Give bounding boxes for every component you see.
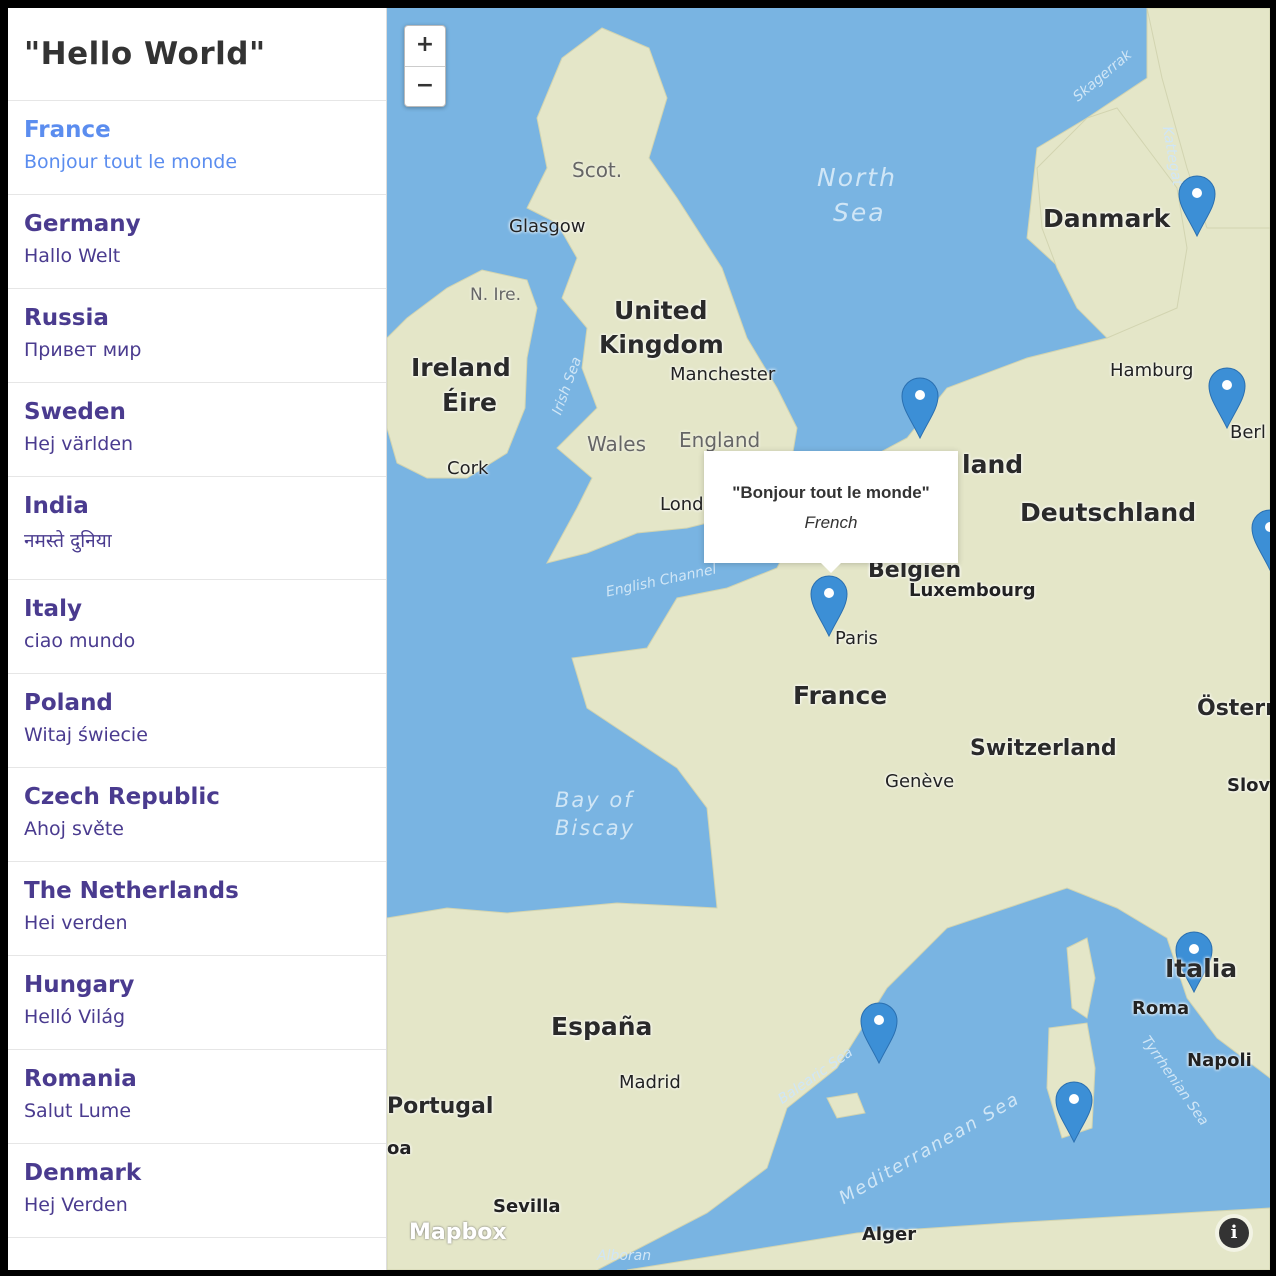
country-name: Romania — [24, 1066, 137, 1092]
country-name: Russia — [24, 305, 109, 331]
country-name: Denmark — [24, 1160, 142, 1186]
list-item-germany[interactable]: Germany Hallo Welt — [8, 195, 386, 289]
country-name: Poland — [24, 690, 113, 716]
sidebar: "Hello World" France Bonjour tout le mon… — [8, 8, 387, 1270]
map-label: Sevilla — [493, 1196, 561, 1217]
map-label: Kingdom — [599, 330, 724, 359]
list-item-russia[interactable]: Russia Привет мир — [8, 289, 386, 383]
map-label: Scot. — [572, 158, 623, 182]
map-label: Bay of — [555, 788, 634, 812]
list-item-netherlands[interactable]: The Netherlands Hei verden — [8, 862, 386, 956]
map-label: North — [817, 163, 897, 192]
country-name: Czech Republic — [24, 784, 220, 810]
greeting-text: Hei verden — [24, 912, 128, 934]
page-title: "Hello World" — [8, 8, 386, 101]
map-label: Madrid — [619, 1072, 681, 1093]
land-corsica — [1066, 937, 1096, 1019]
country-name: The Netherlands — [24, 878, 239, 904]
country-name: France — [24, 117, 111, 143]
map-label: Alboran — [597, 1248, 652, 1264]
map-label: land — [962, 450, 1024, 479]
land-balearics — [826, 1092, 866, 1119]
greeting-text: Hallo Welt — [24, 245, 121, 267]
list-item-czech-republic[interactable]: Czech Republic Ahoj světe — [8, 768, 386, 862]
app-frame: "Hello World" France Bonjour tout le mon… — [8, 8, 1270, 1270]
map-label: Italia — [1165, 954, 1238, 983]
land-north-africa — [626, 1207, 1270, 1270]
map-label: United — [614, 296, 708, 325]
map-label: Deutschland — [1020, 498, 1197, 527]
greeting-text: ciao mundo — [24, 630, 136, 652]
map-label: Cork — [447, 458, 489, 479]
map-label: Éire — [442, 388, 497, 417]
map-label: Hamburg — [1110, 360, 1194, 381]
country-name: India — [24, 493, 89, 519]
map-label: Slov — [1227, 775, 1270, 796]
map-label: France — [793, 681, 888, 710]
list-item-italy[interactable]: Italy ciao mundo — [8, 580, 386, 674]
greeting-text: Ahoj světe — [24, 818, 124, 840]
list-item-romania[interactable]: Romania Salut Lume — [8, 1050, 386, 1144]
map-label: Österr — [1197, 696, 1270, 721]
map-label: Genève — [885, 771, 955, 792]
map-label: England — [679, 428, 761, 452]
map-label: Ireland — [411, 353, 511, 382]
zoom-out-button[interactable]: − — [405, 67, 445, 107]
country-name: Italy — [24, 596, 82, 622]
map-label: Portugal — [387, 1094, 494, 1119]
map-label: Berl — [1230, 422, 1266, 443]
map-label: Danmark — [1043, 204, 1171, 233]
mapbox-logo[interactable]: Mapbox — [409, 1220, 507, 1245]
zoom-control: + − — [404, 25, 446, 107]
greeting-text: Witaj świecie — [24, 724, 148, 746]
info-icon[interactable]: i — [1219, 1218, 1249, 1248]
zoom-in-button[interactable]: + — [405, 26, 445, 67]
popup-greeting: "Bonjour tout le monde" — [732, 483, 930, 502]
country-name: Hungary — [24, 972, 135, 998]
marker-popup: "Bonjour tout le monde" French — [704, 451, 958, 573]
list-item-hungary[interactable]: Hungary Helló Világ — [8, 956, 386, 1050]
list-item-france[interactable]: France Bonjour tout le monde — [8, 101, 386, 195]
country-name: Sweden — [24, 399, 126, 425]
greeting-text: Hej Verden — [24, 1194, 128, 1216]
country-name: Germany — [24, 211, 141, 237]
greeting-text: Привет мир — [24, 339, 142, 361]
map-label: Luxembourg — [909, 580, 1036, 601]
list-item-india[interactable]: India नमस्ते दुनिया — [8, 477, 386, 580]
map-label: Napoli — [1187, 1050, 1252, 1071]
map-label: Glasgow — [509, 216, 586, 237]
greeting-text: Hej världen — [24, 433, 134, 455]
map-view[interactable]: + − Scot. Glasgow N. Ire. United Kingdom… — [387, 8, 1270, 1270]
map-label: oa — [387, 1138, 412, 1159]
greeting-text: नमस्ते दुनिया — [24, 530, 112, 552]
map-label: Lond — [660, 494, 704, 515]
map-label: Alger — [862, 1224, 917, 1245]
map-label: Biscay — [555, 816, 636, 840]
list-item-denmark[interactable]: Denmark Hej Verden — [8, 1144, 386, 1238]
map-label: Roma — [1132, 998, 1190, 1019]
list-item-sweden[interactable]: Sweden Hej världen — [8, 383, 386, 477]
map-label: Manchester — [670, 364, 776, 385]
marker-balearic — [860, 1002, 898, 1065]
map-label: Sea — [833, 198, 886, 227]
map-label: Switzerland — [970, 736, 1117, 761]
popup-language: French — [804, 513, 858, 532]
greeting-text: Helló Világ — [24, 1006, 126, 1028]
map-label: Paris — [835, 628, 878, 649]
map-label: España — [551, 1012, 653, 1041]
map-label: Wales — [587, 432, 647, 456]
map-basemap — [387, 8, 1270, 1270]
map-label: N. Ire. — [470, 285, 522, 305]
list-item-poland[interactable]: Poland Witaj świecie — [8, 674, 386, 768]
greeting-text: Bonjour tout le monde — [24, 151, 238, 173]
greeting-text: Salut Lume — [24, 1100, 132, 1122]
